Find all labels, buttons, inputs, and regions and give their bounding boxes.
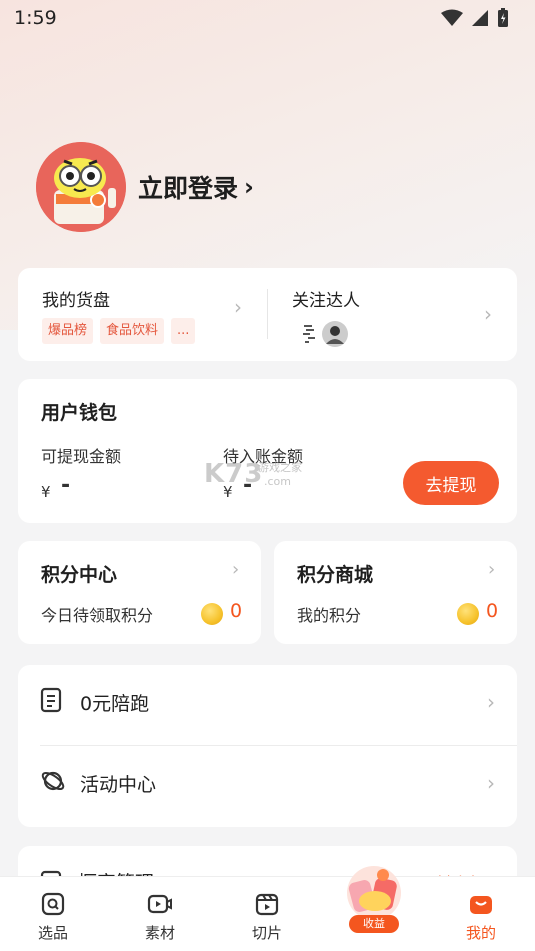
tab-select-products[interactable]: 选品 — [13, 877, 93, 951]
wifi-icon — [441, 9, 463, 26]
follower-avatar-2 — [322, 321, 349, 347]
planet-icon — [41, 771, 65, 791]
follow-title: 关注达人 — [292, 291, 360, 311]
tab-label: 选品 — [37, 924, 68, 942]
goods-follow-card: 我的货盘 爆品榜 食品饮料 ... › 关注达人 › — [18, 268, 517, 361]
video-icon — [147, 894, 172, 914]
points-mall-title: 积分商城 — [297, 564, 374, 586]
follower-avatars — [300, 320, 349, 352]
goods-title: 我的货盘 — [42, 291, 110, 311]
tab-mine[interactable]: 我的 — [441, 877, 521, 951]
mascot-icon — [36, 142, 126, 232]
tab-earnings[interactable]: 收益 — [345, 853, 403, 937]
points-mall-value: 0 — [486, 600, 499, 622]
points-center-value: 0 — [230, 600, 243, 622]
menu-item-label: 0元陪跑 — [80, 693, 150, 715]
clip-icon — [255, 893, 279, 916]
withdrawable-currency: ¥ — [41, 483, 51, 501]
avatar[interactable] — [36, 142, 126, 232]
menu-item-label: 活动中心 — [80, 774, 157, 796]
bag-icon — [470, 896, 492, 914]
tab-clips[interactable]: 切片 — [227, 877, 307, 951]
points-center-card[interactable]: 积分中心 › 今日待领取积分 0 — [18, 541, 261, 644]
earnings-gift-icon — [347, 866, 401, 920]
login-label: 立即登录 — [138, 174, 239, 203]
withdraw-button[interactable]: 去提现 — [403, 461, 499, 505]
menu-card: 0元陪跑 › 活动中心 › — [18, 665, 517, 827]
follower-avatar-1 — [303, 325, 315, 343]
status-icons — [441, 8, 509, 28]
withdrawable-label: 可提现金额 — [41, 447, 122, 466]
status-time: 1:59 — [14, 7, 57, 29]
watermark-subtitle: 游戏之家 — [258, 461, 302, 474]
tag-food[interactable]: 食品饮料 — [100, 318, 165, 344]
points-mall-subtitle: 我的积分 — [297, 606, 362, 625]
points-center-subtitle: 今日待领取积分 — [41, 606, 154, 625]
battery-icon — [498, 8, 508, 27]
tab-label: 我的 — [465, 924, 496, 942]
status-bar: 1:59 — [0, 0, 535, 36]
tab-label: 素材 — [144, 924, 175, 942]
tag-hot[interactable]: 爆品榜 — [42, 318, 94, 344]
withdrawable-value: - — [61, 473, 71, 498]
tab-materials[interactable]: 素材 — [120, 877, 200, 951]
chevron-right-icon: › — [232, 559, 240, 580]
tab-label: 切片 — [251, 924, 282, 942]
chevron-right-icon: › — [487, 690, 495, 714]
signal-icon — [472, 10, 488, 26]
search-bag-icon — [41, 892, 65, 916]
watermark-url: .com — [264, 475, 291, 488]
earnings-label: 收益 — [349, 915, 399, 933]
profile-section[interactable]: 立即登录 › — [36, 142, 254, 232]
menu-item-activity-center[interactable]: 活动中心 › — [18, 746, 517, 827]
chevron-right-icon: › — [234, 295, 242, 319]
wallet-title: 用户钱包 — [41, 402, 118, 424]
goods-panel[interactable]: 我的货盘 爆品榜 食品饮料 ... › — [18, 268, 267, 361]
document-icon — [40, 687, 62, 713]
chevron-right-icon: › — [488, 559, 496, 580]
menu-item-free-coaching[interactable]: 0元陪跑 › — [18, 665, 517, 746]
login-link[interactable]: 立即登录 › — [138, 169, 254, 205]
coin-icon — [201, 603, 223, 625]
chevron-right-icon: › — [244, 173, 254, 201]
wallet-card: 用户钱包 可提现金额 ¥ - 待入账金额 ¥ - K73 游戏之家 .com 去… — [18, 379, 517, 523]
points-center-title: 积分中心 — [41, 564, 118, 586]
tag-more[interactable]: ... — [171, 318, 196, 344]
points-mall-card[interactable]: 积分商城 › 我的积分 0 — [274, 541, 517, 644]
chevron-right-icon: › — [484, 302, 492, 326]
chevron-right-icon: › — [487, 771, 495, 795]
follow-panel[interactable]: 关注达人 › — [268, 268, 517, 361]
bottom-tab-bar: 选品 素材 切片 我的 — [0, 876, 535, 951]
watermark-logo: K73 — [204, 459, 264, 489]
coin-icon — [457, 603, 479, 625]
